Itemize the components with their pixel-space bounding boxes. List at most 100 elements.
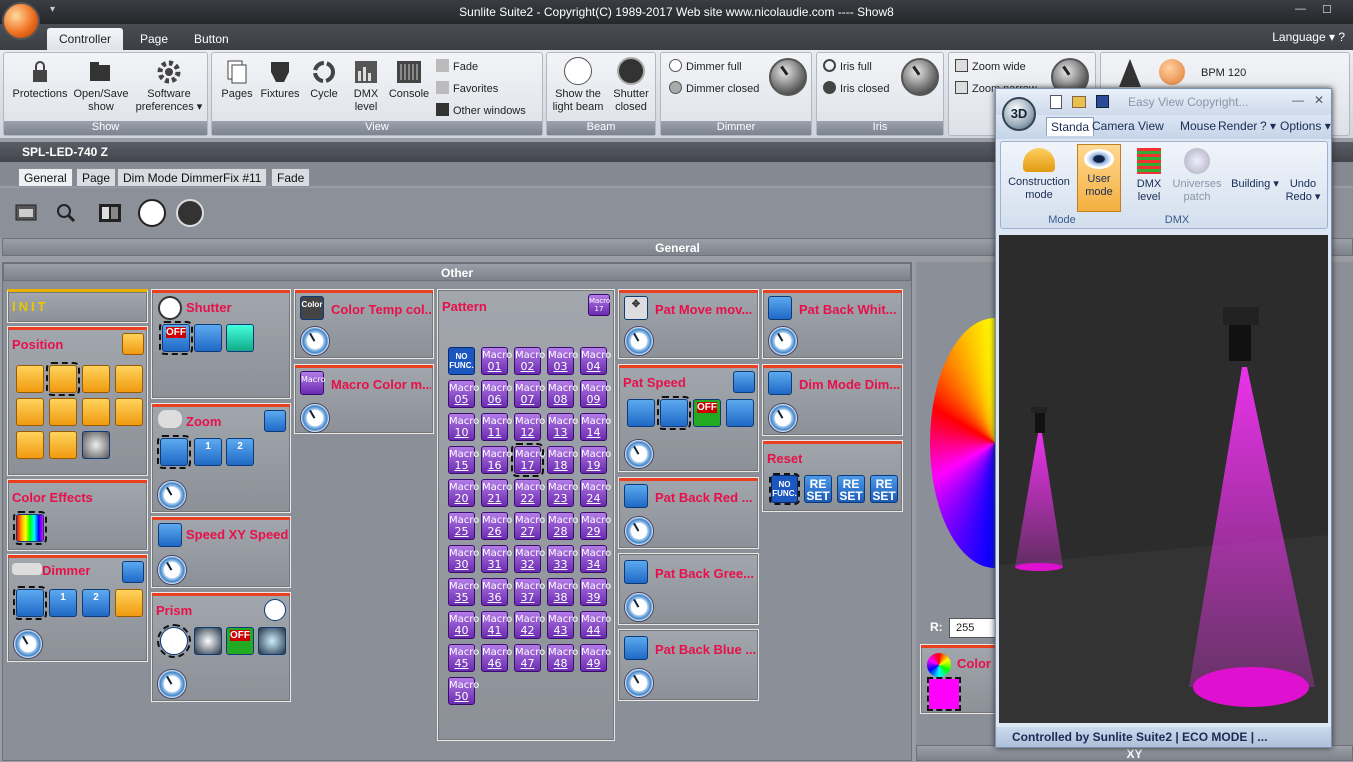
macro-button-35[interactable]: Macro 35 (448, 578, 479, 606)
protections-button[interactable]: Protections (8, 59, 72, 101)
macro-button-01[interactable]: Macro 01 (481, 347, 512, 375)
macro-button-12[interactable]: Macro 12 (514, 413, 545, 441)
new-file-icon[interactable] (1050, 95, 1062, 109)
viewer-tab-help[interactable]: ? ▾ (1260, 119, 1276, 133)
other-windows-button[interactable]: Other windows (436, 103, 526, 117)
pat-back-green-dial[interactable] (624, 592, 654, 622)
macro-button-31[interactable]: Macro 31 (481, 545, 512, 573)
software-preferences-button[interactable]: Software preferences ▾ (134, 59, 204, 114)
building-button[interactable]: Building ▾ (1231, 178, 1279, 191)
figure-eight-icon[interactable] (49, 398, 77, 426)
tap-orange-icon[interactable] (1159, 59, 1185, 85)
macro-button-32[interactable]: Macro 32 (514, 545, 545, 573)
macro-button-08[interactable]: Macro 08 (547, 380, 578, 408)
reset-button-3[interactable]: RE SET (870, 475, 898, 503)
panel-init[interactable]: INIT (7, 289, 148, 323)
iris-knob[interactable] (901, 58, 939, 96)
shutter-random-icon[interactable] (226, 324, 254, 352)
viewer-close-button[interactable]: ✕ (1314, 93, 1324, 107)
macro-button-03[interactable]: Macro 03 (547, 347, 578, 375)
3d-logo-icon[interactable]: 3D (1002, 97, 1036, 131)
prism-off-icon[interactable]: OFF (226, 627, 254, 655)
macro-button-46[interactable]: Macro 46 (481, 644, 512, 672)
favorites-button[interactable]: Favorites (436, 81, 498, 95)
macro-button-39[interactable]: Macro 39 (580, 578, 611, 606)
reset-button-1[interactable]: RE SET (804, 475, 832, 503)
horizontal-arrow-icon[interactable] (82, 398, 110, 426)
macro-button-42[interactable]: Macro 42 (514, 611, 545, 639)
macro-button-38[interactable]: Macro 38 (547, 578, 578, 606)
minimize-button[interactable]: — (1295, 3, 1306, 15)
magenta-swatch[interactable] (927, 677, 961, 711)
maximize-button[interactable]: ☐ (1322, 3, 1332, 16)
macro-button-16[interactable]: Macro 16 (481, 446, 512, 474)
dmx-level-button[interactable]: DMX level (346, 59, 386, 114)
subtab-page[interactable]: Page (76, 168, 117, 187)
reset-nofunc-button[interactable]: NO FUNC. (769, 473, 800, 505)
macro-button-28[interactable]: Macro 28 (547, 512, 578, 540)
viewer-minimize-button[interactable]: — (1292, 93, 1304, 107)
viewer-dmx-level-button[interactable]: DMX level (1129, 146, 1169, 204)
dimmer-beam-2-icon[interactable]: 2 (82, 589, 110, 617)
macro-button-22[interactable]: Macro 22 (514, 479, 545, 507)
open-folder-icon[interactable] (1072, 96, 1086, 108)
quick-access-menu[interactable]: ▾ (50, 4, 55, 15)
light-off-icon[interactable] (176, 199, 204, 227)
iris-full-button[interactable]: Iris full (823, 59, 872, 73)
subtab-general[interactable]: General (18, 168, 73, 187)
pat-speed-slow-icon[interactable] (627, 399, 655, 427)
pat-speed-mid-icon[interactable] (657, 396, 691, 430)
user-mode-button[interactable]: User mode (1077, 144, 1121, 212)
app-orb-icon[interactable] (2, 2, 40, 40)
macro-button-21[interactable]: Macro 21 (481, 479, 512, 507)
metronome-icon[interactable] (1119, 59, 1141, 87)
macro-button-24[interactable]: Macro 24 (580, 479, 611, 507)
color-temp-dial[interactable] (300, 326, 330, 356)
macro-button-06[interactable]: Macro 06 (481, 380, 512, 408)
macro-button-37[interactable]: Macro 37 (514, 578, 545, 606)
pat-speed-off-icon[interactable]: OFF (693, 399, 721, 427)
viewer-tab-standard[interactable]: Standa (1046, 117, 1095, 136)
macro-button-02[interactable]: Macro 02 (514, 347, 545, 375)
search-icon[interactable] (52, 199, 80, 227)
iris-closed-button[interactable]: Iris closed (823, 81, 890, 95)
undo-redo-button[interactable]: Undo Redo ▾ (1281, 178, 1325, 204)
cycle-button[interactable]: Cycle (304, 59, 344, 101)
macro-button-10[interactable]: Macro 10 (448, 413, 479, 441)
s-curve-icon[interactable] (115, 365, 143, 393)
macro-button-30[interactable]: Macro 30 (448, 545, 479, 573)
macro-button-47[interactable]: Macro 47 (514, 644, 545, 672)
macro-button-34[interactable]: Macro 34 (580, 545, 611, 573)
macro-button-36[interactable]: Macro 36 (481, 578, 512, 606)
dim-mode-dial[interactable] (768, 403, 798, 433)
save-icon[interactable] (1096, 95, 1109, 108)
light-on-icon[interactable] (138, 199, 166, 227)
pat-back-blue-dial[interactable] (624, 668, 654, 698)
macro-button-33[interactable]: Macro 33 (547, 545, 578, 573)
macro-button-11[interactable]: Macro 11 (481, 413, 512, 441)
macro-button-49[interactable]: Macro 49 (580, 644, 611, 672)
macro-button-09[interactable]: Macro 09 (580, 380, 611, 408)
pat-speed-fast-icon[interactable] (726, 399, 754, 427)
circle-pattern-icon[interactable] (16, 365, 44, 393)
speed-xy-dial[interactable] (157, 555, 187, 585)
macro-button-07[interactable]: Macro 07 (514, 380, 545, 408)
tab-button[interactable]: Button (182, 28, 241, 50)
dimmer-beam-1-icon[interactable]: 1 (49, 589, 77, 617)
zoom-dial[interactable] (157, 480, 187, 510)
dimmer-full-button[interactable]: Dimmer full (669, 59, 742, 73)
pat-back-white-dial[interactable] (768, 326, 798, 356)
macro-button-41[interactable]: Macro 41 (481, 611, 512, 639)
zoom-2-icon[interactable]: 1 (194, 438, 222, 466)
macro-button-15[interactable]: Macro 15 (448, 446, 479, 474)
window-icon[interactable] (12, 199, 40, 227)
macro-button-17[interactable]: Macro 17 (511, 443, 545, 477)
macro-button-50[interactable]: Macro 50 (448, 677, 479, 705)
dimmer-dial[interactable] (13, 629, 43, 659)
double-circle-icon[interactable] (82, 365, 110, 393)
pat-back-red-dial[interactable] (624, 516, 654, 546)
macro-button-18[interactable]: Macro 18 (547, 446, 578, 474)
macro-button-13[interactable]: Macro 13 (547, 413, 578, 441)
tab-page[interactable]: Page (128, 28, 180, 50)
zoom-1-icon[interactable] (157, 435, 191, 469)
